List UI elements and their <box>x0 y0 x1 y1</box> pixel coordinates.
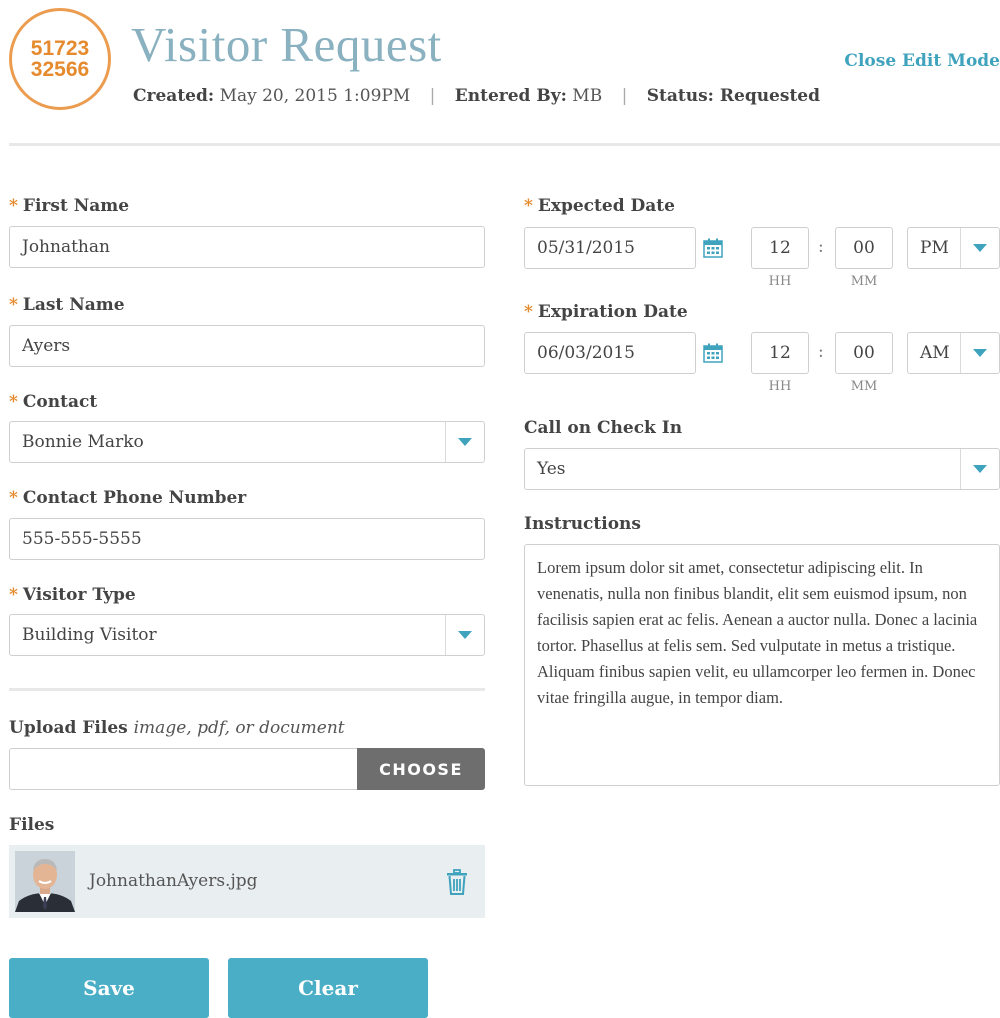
expected-ampm-toggle[interactable] <box>960 228 999 268</box>
close-edit-mode-link[interactable]: Close Edit Mode <box>844 51 1000 71</box>
required-marker: * <box>9 585 18 605</box>
expiration-ampm-select[interactable]: AM <box>907 332 1000 374</box>
upload-file-input[interactable] <box>9 748 357 790</box>
expected-hour-field[interactable]: 12 <box>751 227 809 269</box>
chevron-down-icon <box>458 438 472 446</box>
save-button[interactable]: Save <box>9 958 209 1018</box>
expected-hour-value: 12 <box>769 238 791 258</box>
call-on-check-in-toggle[interactable] <box>960 449 999 489</box>
last-name-field[interactable]: Ayers <box>9 325 485 367</box>
required-marker: * <box>524 302 533 322</box>
contact-phone-label-text: Contact Phone Number <box>22 488 247 508</box>
contact-select[interactable]: Bonnie Marko <box>9 421 485 463</box>
visitor-type-value: Building Visitor <box>22 625 157 645</box>
first-name-label-text: First Name <box>22 196 130 216</box>
expiration-date-label-text: Expiration Date <box>537 302 688 322</box>
badge-line-2: 32566 <box>30 58 90 81</box>
contact-phone-value: 555-555-5555 <box>22 529 142 549</box>
entered-by-value: MB <box>572 86 603 106</box>
expected-date-label: * Expected Date <box>524 195 675 217</box>
upload-files-label: Upload Files image, pdf, or document <box>9 717 345 739</box>
required-marker: * <box>9 196 18 216</box>
required-marker: * <box>9 488 18 508</box>
avatar-photo <box>15 851 75 912</box>
required-marker: * <box>9 295 18 315</box>
chevron-down-icon <box>458 631 472 639</box>
chevron-down-icon <box>973 465 987 473</box>
contact-value: Bonnie Marko <box>22 432 144 452</box>
expiration-hour-value: 12 <box>769 343 791 363</box>
minute-sublabel: MM <box>850 274 878 289</box>
expiration-date-value: 06/03/2015 <box>537 343 635 363</box>
created-label: Created: <box>133 86 215 106</box>
call-on-check-in-value: Yes <box>537 459 566 479</box>
upload-files-hint: image, pdf, or document <box>133 718 345 738</box>
first-name-field[interactable]: Johnathan <box>9 226 485 268</box>
expiration-ampm-toggle[interactable] <box>960 333 999 373</box>
meta-separator: | <box>429 86 436 106</box>
expected-minute-field[interactable]: 00 <box>835 227 893 269</box>
time-colon: : <box>818 237 824 257</box>
minute-sublabel: MM <box>850 379 878 394</box>
last-name-label-text: Last Name <box>22 295 125 315</box>
file-name: JohnathanAyers.jpg <box>89 871 258 891</box>
hour-sublabel: HH <box>768 274 792 289</box>
instructions-label: Instructions <box>524 514 641 534</box>
expected-date-field[interactable]: 05/31/2015 <box>524 227 696 269</box>
expiration-hour-field[interactable]: 12 <box>751 332 809 374</box>
visitor-type-select[interactable]: Building Visitor <box>9 614 485 656</box>
visitor-type-dropdown-toggle[interactable] <box>445 615 484 655</box>
files-label: Files <box>9 815 55 835</box>
contact-label: * Contact <box>9 391 97 413</box>
chevron-down-icon <box>973 349 987 357</box>
entered-by-label: Entered By: <box>454 86 567 106</box>
calendar-icon[interactable] <box>703 343 723 367</box>
expiration-minute-field[interactable]: 00 <box>835 332 893 374</box>
last-name-value: Ayers <box>22 336 71 356</box>
expected-ampm-value: PM <box>920 238 949 258</box>
visitor-type-label-text: Visitor Type <box>22 585 136 605</box>
first-name-label: * First Name <box>9 195 129 217</box>
created-value: May 20, 2015 1:09PM <box>219 86 411 106</box>
file-item: JohnathanAyers.jpg <box>9 845 485 918</box>
expiration-ampm-value: AM <box>920 343 950 363</box>
last-name-label: * Last Name <box>9 294 125 316</box>
choose-file-button[interactable]: CHOOSE <box>357 748 485 790</box>
call-on-check-in-label: Call on Check In <box>524 418 683 438</box>
meta-separator: | <box>621 86 628 106</box>
page-title: Visitor Request <box>131 17 442 72</box>
expected-date-label-text: Expected Date <box>537 196 675 216</box>
expected-ampm-select[interactable]: PM <box>907 227 1000 269</box>
expected-minute-value: 00 <box>853 238 875 258</box>
contact-label-text: Contact <box>22 392 98 412</box>
required-marker: * <box>9 392 18 412</box>
status-label: Status: Requested <box>646 86 821 106</box>
calendar-icon[interactable] <box>703 238 723 262</box>
expiration-date-label: * Expiration Date <box>524 301 688 323</box>
visitor-type-label: * Visitor Type <box>9 584 136 606</box>
chevron-down-icon <box>973 244 987 252</box>
clear-button[interactable]: Clear <box>228 958 428 1018</box>
badge-line-1: 51723 <box>30 37 90 60</box>
expiration-minute-value: 00 <box>853 343 875 363</box>
expected-date-value: 05/31/2015 <box>537 238 635 258</box>
request-meta: Created: May 20, 2015 1:09PM | Entered B… <box>133 85 820 107</box>
expiration-date-field[interactable]: 06/03/2015 <box>524 332 696 374</box>
call-on-check-in-select[interactable]: Yes <box>524 448 1000 490</box>
section-divider <box>9 688 485 691</box>
first-name-value: Johnathan <box>22 237 110 257</box>
required-marker: * <box>524 196 533 216</box>
header-divider <box>9 143 1000 146</box>
instructions-textarea[interactable]: Lorem ipsum dolor sit amet, consectetur … <box>524 544 1000 786</box>
contact-dropdown-toggle[interactable] <box>445 422 484 462</box>
contact-phone-field[interactable]: 555-555-5555 <box>9 518 485 560</box>
contact-phone-label: * Contact Phone Number <box>9 487 246 509</box>
request-number-badge: 51723 32566 <box>9 8 111 110</box>
hour-sublabel: HH <box>768 379 792 394</box>
time-colon: : <box>818 342 824 362</box>
trash-icon[interactable] <box>446 869 468 899</box>
upload-files-label-text: Upload Files <box>9 718 128 738</box>
